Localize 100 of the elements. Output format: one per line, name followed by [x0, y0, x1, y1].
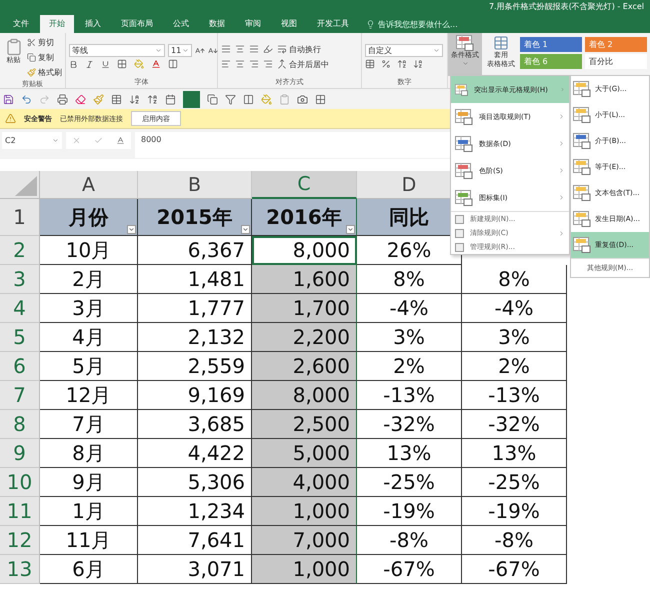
underline-icon[interactable]: [101, 60, 110, 68]
copy-icon[interactable]: [207, 94, 218, 104]
calendar-icon[interactable]: [165, 94, 176, 104]
undo-icon[interactable]: [21, 94, 32, 104]
column-header[interactable]: A: [40, 171, 138, 199]
lightbulb-icon[interactable]: [366, 20, 375, 28]
table-cell: 1,234: [138, 497, 252, 526]
table-cell: 13%: [462, 439, 567, 468]
sort-descending-icon[interactable]: [147, 94, 158, 104]
table-icon: [455, 82, 468, 98]
filter-icon[interactable]: [225, 94, 236, 104]
row-header[interactable]: 4: [0, 294, 40, 323]
row-header[interactable]: 10: [0, 468, 40, 497]
table-cell: 1,481: [138, 265, 252, 294]
border-icon[interactable]: [117, 59, 127, 69]
bold-icon[interactable]: [69, 60, 78, 68]
ribbon-tab[interactable]: 审阅: [236, 15, 270, 33]
ribbon-tab[interactable]: 开发工具: [308, 15, 358, 33]
save-icon[interactable]: [3, 94, 14, 104]
name-box[interactable]: C2: [2, 132, 62, 149]
font-name-field[interactable]: 等线: [69, 44, 165, 57]
font-color-icon[interactable]: [151, 59, 161, 69]
table-cell: 1月: [40, 497, 138, 526]
ribbon-tab[interactable]: 文件: [4, 15, 38, 33]
scissors-icon: [27, 38, 36, 47]
fill-color-icon[interactable]: [134, 59, 144, 69]
caret-icon: [347, 226, 354, 233]
table-cell: 2,132: [138, 323, 252, 352]
table-cell: 4月: [40, 323, 138, 352]
row-header[interactable]: 2: [0, 236, 40, 265]
table-cell: 1,600: [252, 265, 357, 294]
tell-me-field[interactable]: 告诉我您想要做什么...: [378, 18, 458, 30]
copy-button[interactable]: 复制: [27, 51, 62, 64]
table-cell: -32%: [462, 410, 567, 439]
row-header[interactable]: 8: [0, 410, 40, 439]
printer-icon[interactable]: [57, 94, 68, 104]
table-icon: [573, 237, 591, 253]
ribbon-tab[interactable]: 开始: [40, 15, 74, 33]
table-cell: 8%: [357, 265, 462, 294]
table-cell: 4,000: [252, 468, 357, 497]
sort-ascending-icon[interactable]: [129, 94, 140, 104]
table-cell: 4,422: [138, 439, 252, 468]
table-cell: 8月: [40, 439, 138, 468]
column-header[interactable]: B: [138, 171, 252, 199]
filter-dropdown[interactable]: [127, 225, 136, 234]
row-header[interactable]: 5: [0, 323, 40, 352]
ribbon-tab[interactable]: 插入: [76, 15, 110, 33]
merge-center-button[interactable]: 合并后居中: [277, 58, 329, 70]
table-cell: 9月: [40, 468, 138, 497]
check-icon[interactable]: [94, 136, 103, 145]
ribbon-tab[interactable]: 公式: [164, 15, 198, 33]
align-right-icon[interactable]: [249, 59, 259, 69]
camera-icon[interactable]: [297, 94, 308, 104]
align-center-icon[interactable]: [235, 59, 245, 69]
filter-dropdown[interactable]: [346, 225, 355, 234]
row-header[interactable]: 7: [0, 381, 40, 410]
table-cell: 5,000: [252, 439, 357, 468]
table-icon[interactable]: [111, 94, 122, 104]
fill-color-icon[interactable]: [261, 94, 272, 104]
shrink-font-icon[interactable]: [208, 46, 218, 56]
grid-icon[interactable]: [315, 94, 326, 104]
table-cell: -8%: [462, 526, 567, 555]
column-header[interactable]: C: [252, 171, 357, 199]
table-cell: 2,559: [138, 352, 252, 381]
table-cell: -4%: [462, 294, 567, 323]
table-cell: 1,000: [252, 497, 357, 526]
ribbon-tab[interactable]: 页面布局: [112, 15, 162, 33]
number-format-field[interactable]: 自定义: [365, 44, 443, 57]
cell-style-chip[interactable]: 百分比: [585, 54, 647, 69]
row-header[interactable]: 9: [0, 439, 40, 468]
filter-dropdown[interactable]: [241, 225, 250, 234]
wrap-text-button[interactable]: 自动换行: [277, 42, 321, 56]
cut-button[interactable]: 剪切: [27, 36, 62, 49]
italic-icon[interactable]: [85, 60, 94, 68]
middle-align-icon[interactable]: [235, 44, 245, 54]
eraser-icon[interactable]: [75, 94, 86, 104]
grow-font-icon[interactable]: [195, 46, 205, 56]
format-painter-button[interactable]: 格式刷: [27, 66, 62, 79]
row-header[interactable]: 1: [0, 199, 40, 236]
row-header[interactable]: 3: [0, 265, 40, 294]
clipboard-icon[interactable]: [279, 94, 290, 104]
highlighted-toolbar-button[interactable]: [183, 90, 200, 108]
table-cell: 1,700: [252, 294, 357, 323]
font-size-field[interactable]: 11: [168, 44, 192, 57]
table-cell: 2%: [357, 352, 462, 381]
row-header[interactable]: 11: [0, 497, 40, 526]
window-title: 7.用条件格式扮靓报表(不含聚光灯) - Excel: [488, 1, 644, 13]
row-header[interactable]: 6: [0, 352, 40, 381]
table-cell: 3%: [357, 323, 462, 352]
percent-icon[interactable]: [381, 59, 391, 69]
table-icon: [455, 108, 473, 124]
row-header[interactable]: 13: [0, 555, 40, 584]
ribbon-tab[interactable]: 数据: [200, 15, 234, 33]
table-icon: [455, 162, 473, 178]
table-icon: [573, 133, 591, 149]
cell-style-chip[interactable]: 着色 1: [520, 37, 582, 52]
columns-icon[interactable]: [243, 94, 254, 104]
align-left-icon[interactable]: [221, 59, 231, 69]
row-header[interactable]: 12: [0, 526, 40, 555]
ribbon-tab[interactable]: 视图: [272, 15, 306, 33]
